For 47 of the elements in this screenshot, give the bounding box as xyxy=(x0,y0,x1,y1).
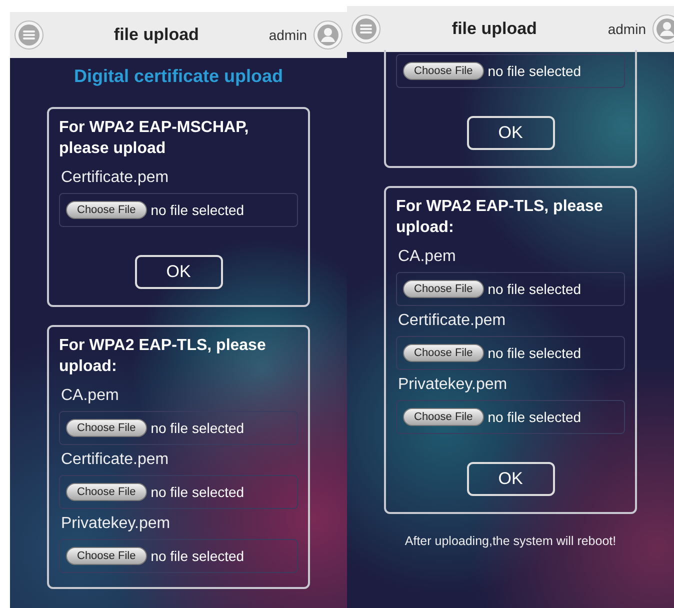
file-input[interactable]: Choose File no file selected xyxy=(396,272,625,306)
file-status: no file selected xyxy=(488,281,582,297)
choose-file-button[interactable]: Choose File xyxy=(66,547,147,565)
choose-file-button[interactable]: Choose File xyxy=(403,408,484,426)
file-label: Certificate.pem xyxy=(61,451,170,469)
file-input[interactable]: Choose File no file selected xyxy=(59,411,298,445)
choose-file-button[interactable]: Choose File xyxy=(403,62,484,80)
choose-file-button[interactable]: Choose File xyxy=(403,280,484,298)
username: admin xyxy=(608,21,646,37)
user-avatar-icon[interactable] xyxy=(652,14,674,44)
file-input[interactable]: Choose File no file selected xyxy=(59,539,298,573)
reboot-notice: After uploading,the system will reboot! xyxy=(404,534,618,548)
file-input[interactable]: Choose File no file selected xyxy=(59,193,298,227)
ok-button[interactable]: OK xyxy=(466,116,554,150)
file-status: no file selected xyxy=(488,345,582,361)
card-heading: For WPA2 EAP-TLS, please upload: xyxy=(59,336,267,377)
file-input[interactable]: Choose File no file selected xyxy=(396,336,625,370)
file-label: CA.pem xyxy=(398,248,457,266)
file-label: Certificate.pem xyxy=(61,169,170,187)
choose-file-button[interactable]: Choose File xyxy=(403,344,484,362)
file-status: no file selected xyxy=(150,202,244,218)
ok-button[interactable]: OK xyxy=(466,462,554,496)
choose-file-button[interactable]: Choose File xyxy=(66,483,147,501)
card-heading: For WPA2 EAP-TLS, please upload: xyxy=(396,197,604,238)
file-status: no file selected xyxy=(488,409,582,425)
file-status: no file selected xyxy=(150,548,244,564)
card-heading: For WPA2 EAP-MSCHAP, please upload xyxy=(59,118,250,159)
file-status: no file selected xyxy=(150,420,244,436)
file-status: no file selected xyxy=(150,484,244,500)
menu-icon[interactable] xyxy=(14,20,44,50)
menu-icon[interactable] xyxy=(351,14,381,44)
file-input[interactable]: Choose File no file selected xyxy=(59,475,298,509)
file-label: Privatekey.pem xyxy=(398,376,508,394)
page-header-title: file upload xyxy=(112,25,200,45)
ok-button[interactable]: OK xyxy=(134,255,222,289)
choose-file-button[interactable]: Choose File xyxy=(66,419,147,437)
user-avatar-icon[interactable] xyxy=(313,20,343,50)
choose-file-button[interactable]: Choose File xyxy=(66,201,147,219)
file-label: CA.pem xyxy=(61,387,120,405)
page-header-title: file upload xyxy=(450,19,538,39)
file-input[interactable]: Choose File no file selected xyxy=(396,400,625,434)
file-label: Certificate.pem xyxy=(398,312,507,330)
username: admin xyxy=(268,27,307,43)
page-title: Digital certificate upload xyxy=(72,66,284,87)
file-input[interactable]: Choose File no file selected xyxy=(396,54,625,88)
file-status: no file selected xyxy=(488,63,582,79)
file-label: Privatekey.pem xyxy=(61,515,172,533)
